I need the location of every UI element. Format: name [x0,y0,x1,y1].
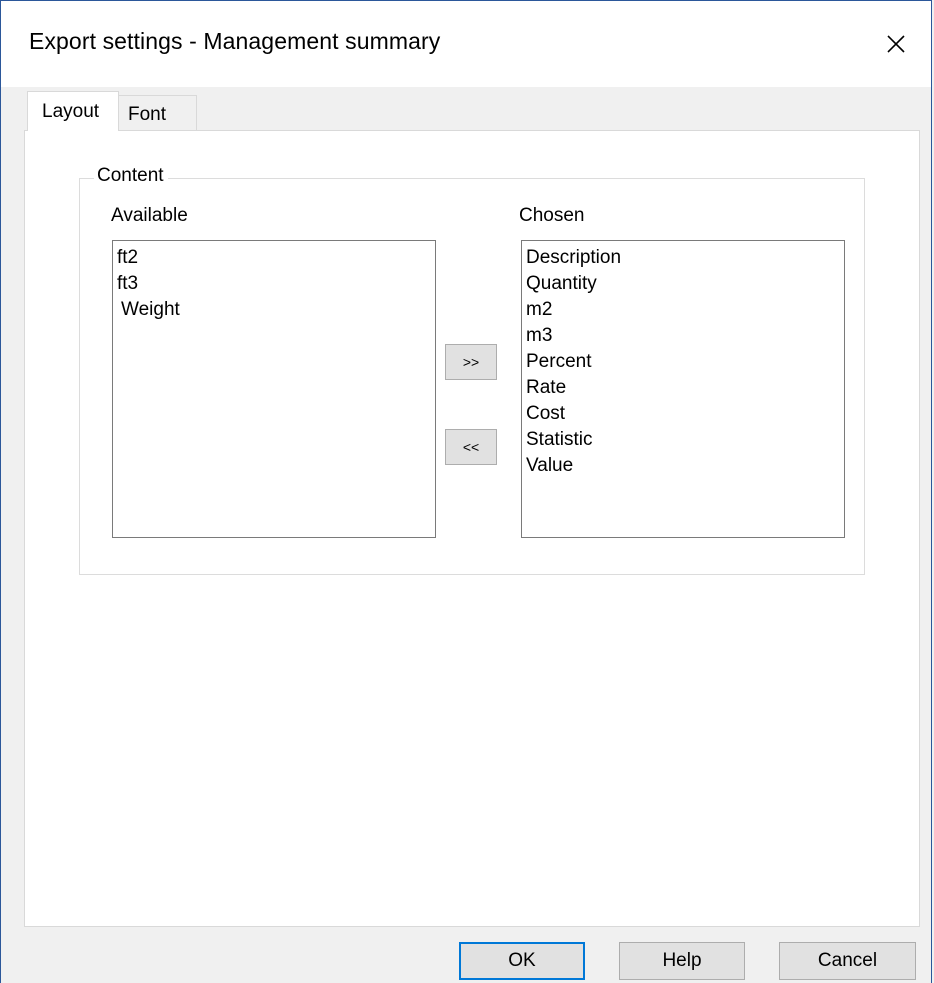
chosen-label: Chosen [519,205,585,226]
list-item[interactable]: ft3 [117,271,435,297]
chosen-listbox[interactable]: Description Quantity m2 m3 Percent Rate … [521,240,845,538]
list-item[interactable]: ft2 [117,245,435,271]
tab-layout[interactable]: Layout [27,91,119,131]
layout-tab-panel: Content Available ft2 ft3 Weight >> << C… [24,130,920,927]
title-bar: Export settings - Management summary [1,1,931,87]
ok-button[interactable]: OK [459,942,585,980]
list-item[interactable]: Cost [526,401,844,427]
list-item[interactable]: Quantity [526,271,844,297]
tab-font[interactable]: Font [118,95,197,130]
available-listbox[interactable]: ft2 ft3 Weight [112,240,436,538]
add-button[interactable]: >> [445,344,497,380]
close-icon [887,35,905,53]
list-item[interactable]: Rate [526,375,844,401]
list-item[interactable]: Statistic [526,427,844,453]
export-settings-dialog: Export settings - Management summary Lay… [0,0,932,983]
list-item[interactable]: Percent [526,349,844,375]
list-item[interactable]: Weight [117,297,435,323]
help-button[interactable]: Help [619,942,745,980]
available-label: Available [111,205,188,226]
remove-button[interactable]: << [445,429,497,465]
list-item[interactable]: Description [526,245,844,271]
content-group-label: Content [94,165,168,187]
list-item[interactable]: m2 [526,297,844,323]
list-item[interactable]: Value [526,453,844,479]
list-item[interactable]: m3 [526,323,844,349]
cancel-button[interactable]: Cancel [779,942,916,980]
window-title: Export settings - Management summary [29,28,441,54]
close-button[interactable] [861,1,931,87]
